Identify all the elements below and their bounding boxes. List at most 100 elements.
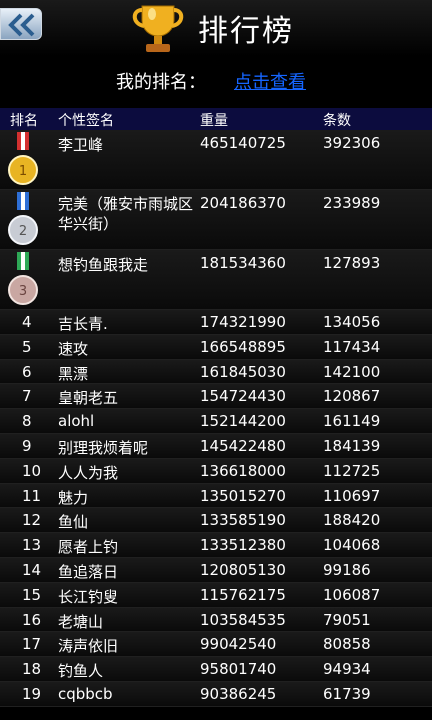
signature-cell: 愿者上钓 — [58, 538, 119, 557]
svg-text:1: 1 — [19, 164, 27, 179]
weight-cell: 133585190 — [200, 511, 286, 530]
my-rank-label: 我的排名： — [116, 72, 206, 93]
rank-cell: 14 — [22, 560, 42, 579]
table-row[interactable]: 4 吉长青. 174321990 134056 — [0, 310, 432, 335]
rank-cell: 16 — [22, 610, 42, 629]
table-row[interactable]: 3 想钓鱼跟我走 181534360 127893 — [0, 250, 432, 310]
table-row[interactable]: 10 人人为我 136618000 112725 — [0, 458, 432, 484]
weight-cell: 174321990 — [200, 313, 286, 331]
table-row[interactable]: 9 别理我烦着呢 145422480 184139 — [0, 433, 432, 459]
count-cell: 142100 — [323, 362, 381, 381]
weight-cell: 90386245 — [200, 684, 277, 703]
count-cell: 134056 — [323, 313, 381, 331]
rank-cell: 15 — [22, 585, 42, 604]
signature-cell: 皇朝老五 — [58, 389, 119, 408]
count-cell: 79051 — [323, 610, 371, 629]
table-row[interactable]: 17 涛声依旧 99042540 80858 — [0, 632, 432, 658]
rank-cell: 6 — [22, 362, 32, 381]
count-cell: 112725 — [323, 461, 381, 480]
table-row[interactable]: 7 皇朝老五 154724430 120867 — [0, 384, 432, 410]
weight-cell: 465140725 — [200, 134, 286, 152]
count-cell: 117434 — [323, 337, 381, 356]
signature-cell: cqbbcb — [58, 684, 113, 703]
bronze-medal-icon: 3 — [8, 252, 38, 305]
trophy-icon — [132, 5, 184, 52]
rank-cell: 18 — [22, 660, 42, 679]
signature-cell: 钓鱼人 — [58, 662, 104, 681]
rank-cell: 4 — [22, 313, 32, 331]
rank-cell: 17 — [22, 635, 42, 654]
rank-cell: 9 — [22, 436, 32, 455]
weight-cell: 133512380 — [200, 536, 286, 555]
signature-cell: 黑漂 — [58, 364, 89, 383]
svg-text:3: 3 — [19, 284, 27, 299]
count-cell: 106087 — [323, 585, 381, 604]
table-row[interactable]: 15 长江钓叟 115762175 106087 — [0, 582, 432, 608]
double-chevron-left-icon — [8, 13, 35, 37]
table-row[interactable]: 16 老塘山 103584535 79051 — [0, 607, 432, 633]
table-row[interactable]: 2 完美（雅安市雨城区华兴街） 204186370 233989 — [0, 190, 432, 250]
table-row[interactable]: 5 速攻 166548895 117434 — [0, 334, 432, 360]
weight-cell: 95801740 — [200, 660, 277, 679]
weight-cell: 135015270 — [200, 486, 286, 505]
count-cell: 188420 — [323, 511, 381, 530]
count-cell: 99186 — [323, 560, 371, 579]
silver-medal-icon: 2 — [8, 192, 38, 245]
count-cell: 104068 — [323, 536, 381, 555]
signature-cell: 速攻 — [58, 339, 89, 358]
signature-cell: 李卫峰 — [58, 136, 104, 154]
signature-cell: 完美（雅安市雨城区华兴街） — [58, 195, 194, 233]
weight-cell: 103584535 — [200, 610, 286, 629]
count-cell: 120867 — [323, 387, 381, 406]
ranking-list[interactable]: 1 李卫峰 465140725 392306 2 完美（雅安市雨城区华兴街） 2… — [0, 130, 432, 707]
weight-cell: 166548895 — [200, 337, 286, 356]
count-cell: 61739 — [323, 684, 371, 703]
weight-cell: 120805130 — [200, 560, 286, 579]
signature-cell: 魅力 — [58, 488, 89, 507]
count-cell: 110697 — [323, 486, 381, 505]
app-header: 排行榜 — [0, 0, 432, 56]
back-button[interactable] — [0, 8, 42, 40]
table-row[interactable]: 19 cqbbcb 90386245 61739 — [0, 681, 432, 707]
count-cell: 392306 — [323, 134, 381, 152]
table-row[interactable]: 1 李卫峰 465140725 392306 — [0, 130, 432, 190]
signature-cell: 长江钓叟 — [58, 587, 119, 606]
weight-cell: 99042540 — [200, 635, 277, 654]
rank-cell: 10 — [22, 461, 42, 480]
weight-cell: 145422480 — [200, 436, 286, 455]
weight-cell: 204186370 — [200, 194, 286, 212]
weight-cell: 161845030 — [200, 362, 286, 381]
signature-cell: 别理我烦着呢 — [58, 438, 149, 457]
rank-cell: 5 — [22, 337, 32, 356]
weight-cell: 154724430 — [200, 387, 286, 406]
signature-cell: 吉长青. — [58, 315, 108, 333]
column-header-signature: 个性签名 — [58, 113, 114, 129]
rank-cell: 8 — [22, 412, 32, 431]
count-cell: 233989 — [323, 194, 381, 212]
table-row[interactable]: 11 魅力 135015270 110697 — [0, 483, 432, 509]
signature-cell: 鱼追落日 — [58, 562, 119, 581]
signature-cell: 人人为我 — [58, 463, 119, 482]
table-row[interactable]: 14 鱼追落日 120805130 99186 — [0, 557, 432, 583]
column-header-rank: 排名 — [10, 113, 38, 129]
svg-text:2: 2 — [19, 224, 27, 239]
rank-cell: 13 — [22, 536, 42, 555]
rank-cell: 7 — [22, 387, 32, 406]
count-cell: 161149 — [323, 412, 381, 431]
table-row[interactable]: 13 愿者上钓 133512380 104068 — [0, 533, 432, 558]
count-cell: 184139 — [323, 436, 381, 455]
signature-cell: alohl — [58, 412, 95, 431]
rank-cell: 12 — [22, 511, 42, 530]
my-rank-bar: 我的排名： 点击查看 — [0, 68, 432, 96]
table-row[interactable]: 12 鱼仙 133585190 188420 — [0, 508, 432, 534]
view-my-rank-link[interactable]: 点击查看 — [234, 68, 306, 94]
count-cell: 94934 — [323, 660, 371, 679]
table-row[interactable]: 8 alohl 152144200 161149 — [0, 409, 432, 434]
weight-cell: 181534360 — [200, 254, 286, 272]
count-cell: 80858 — [323, 635, 371, 654]
signature-cell: 老塘山 — [58, 612, 104, 631]
signature-cell: 想钓鱼跟我走 — [58, 256, 149, 274]
table-row[interactable]: 18 钓鱼人 95801740 94934 — [0, 657, 432, 682]
rank-cell: 19 — [22, 684, 42, 703]
table-row[interactable]: 6 黑漂 161845030 142100 — [0, 359, 432, 385]
